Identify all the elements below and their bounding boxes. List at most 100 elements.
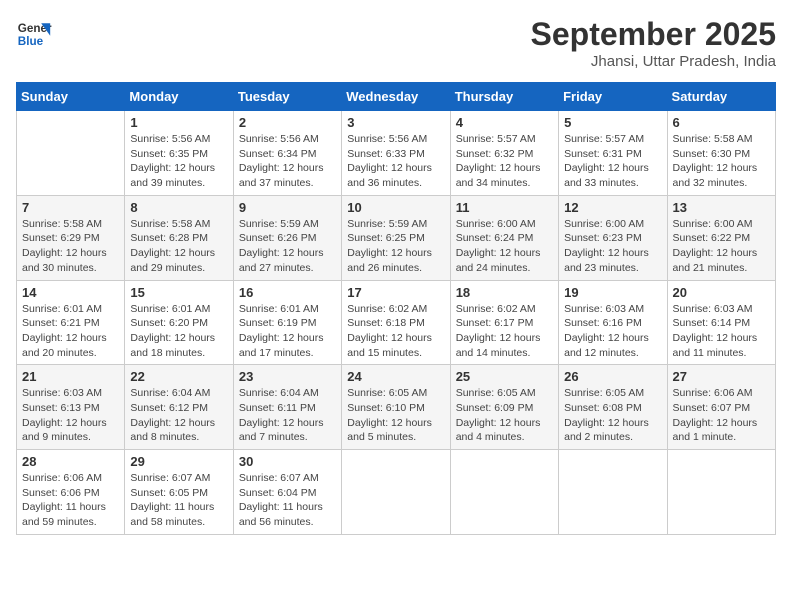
page-header: General Blue September 2025 Jhansi, Utta…: [16, 16, 776, 70]
calendar-cell: [667, 450, 775, 535]
day-info: Sunrise: 6:02 AMSunset: 6:17 PMDaylight:…: [456, 302, 553, 361]
calendar-cell: 24 Sunrise: 6:05 AMSunset: 6:10 PMDayligh…: [342, 365, 450, 450]
calendar-cell: 17 Sunrise: 6:02 AMSunset: 6:18 PMDayligh…: [342, 280, 450, 365]
day-info: Sunrise: 5:58 AMSunset: 6:28 PMDaylight:…: [130, 217, 227, 276]
day-number: 9: [239, 200, 336, 215]
day-number: 29: [130, 454, 227, 469]
day-info: Sunrise: 6:06 AMSunset: 6:07 PMDaylight:…: [673, 386, 770, 445]
logo-icon: General Blue: [16, 16, 52, 52]
day-number: 6: [673, 115, 770, 130]
calendar-cell: [342, 450, 450, 535]
calendar-cell: 4 Sunrise: 5:57 AMSunset: 6:32 PMDaylight…: [450, 111, 558, 196]
day-number: 13: [673, 200, 770, 215]
day-info: Sunrise: 6:04 AMSunset: 6:11 PMDaylight:…: [239, 386, 336, 445]
calendar-cell: [450, 450, 558, 535]
week-row-1: 7 Sunrise: 5:58 AMSunset: 6:29 PMDaylight…: [17, 195, 776, 280]
calendar-cell: 5 Sunrise: 5:57 AMSunset: 6:31 PMDaylight…: [559, 111, 667, 196]
day-number: 7: [22, 200, 119, 215]
day-info: Sunrise: 6:00 AMSunset: 6:22 PMDaylight:…: [673, 217, 770, 276]
day-number: 16: [239, 285, 336, 300]
day-info: Sunrise: 6:01 AMSunset: 6:19 PMDaylight:…: [239, 302, 336, 361]
day-info: Sunrise: 6:07 AMSunset: 6:05 PMDaylight:…: [130, 471, 227, 530]
day-info: Sunrise: 6:00 AMSunset: 6:24 PMDaylight:…: [456, 217, 553, 276]
calendar-cell: 12 Sunrise: 6:00 AMSunset: 6:23 PMDayligh…: [559, 195, 667, 280]
week-row-0: 1Sunrise: 5:56 AMSunset: 6:35 PMDaylight…: [17, 111, 776, 196]
day-number: 23: [239, 369, 336, 384]
calendar-cell: 22 Sunrise: 6:04 AMSunset: 6:12 PMDayligh…: [125, 365, 233, 450]
calendar-cell: 21Sunrise: 6:03 AMSunset: 6:13 PMDayligh…: [17, 365, 125, 450]
day-number: 14: [22, 285, 119, 300]
week-row-3: 21Sunrise: 6:03 AMSunset: 6:13 PMDayligh…: [17, 365, 776, 450]
day-info: Sunrise: 6:00 AMSunset: 6:23 PMDaylight:…: [564, 217, 661, 276]
day-info: Sunrise: 6:07 AMSunset: 6:04 PMDaylight:…: [239, 471, 336, 530]
day-number: 8: [130, 200, 227, 215]
calendar-cell: 27 Sunrise: 6:06 AMSunset: 6:07 PMDayligh…: [667, 365, 775, 450]
calendar-cell: 30Sunrise: 6:07 AMSunset: 6:04 PMDayligh…: [233, 450, 341, 535]
header-wednesday: Wednesday: [342, 83, 450, 111]
calendar-table: SundayMondayTuesdayWednesdayThursdayFrid…: [16, 82, 776, 535]
day-number: 18: [456, 285, 553, 300]
calendar-cell: 11 Sunrise: 6:00 AMSunset: 6:24 PMDayligh…: [450, 195, 558, 280]
day-number: 17: [347, 285, 444, 300]
calendar-cell: 10Sunrise: 5:59 AMSunset: 6:25 PMDayligh…: [342, 195, 450, 280]
week-row-4: 28 Sunrise: 6:06 AMSunset: 6:06 PMDayligh…: [17, 450, 776, 535]
day-number: 3: [347, 115, 444, 130]
day-info: Sunrise: 6:04 AMSunset: 6:12 PMDaylight:…: [130, 386, 227, 445]
calendar-cell: 19 Sunrise: 6:03 AMSunset: 6:16 PMDayligh…: [559, 280, 667, 365]
location-subtitle: Jhansi, Uttar Pradesh, India: [531, 53, 776, 70]
week-row-2: 14 Sunrise: 6:01 AMSunset: 6:21 PMDayligh…: [17, 280, 776, 365]
day-info: Sunrise: 6:05 AMSunset: 6:08 PMDaylight:…: [564, 386, 661, 445]
day-info: Sunrise: 5:58 AMSunset: 6:29 PMDaylight:…: [22, 217, 119, 276]
header-sunday: Sunday: [17, 83, 125, 111]
day-info: Sunrise: 6:06 AMSunset: 6:06 PMDaylight:…: [22, 471, 119, 530]
day-info: Sunrise: 5:56 AMSunset: 6:33 PMDaylight:…: [347, 132, 444, 191]
header-monday: Monday: [125, 83, 233, 111]
day-number: 12: [564, 200, 661, 215]
day-info: Sunrise: 5:57 AMSunset: 6:32 PMDaylight:…: [456, 132, 553, 191]
day-info: Sunrise: 5:56 AMSunset: 6:34 PMDaylight:…: [239, 132, 336, 191]
calendar-cell: 29 Sunrise: 6:07 AMSunset: 6:05 PMDayligh…: [125, 450, 233, 535]
day-number: 24: [347, 369, 444, 384]
day-number: 25: [456, 369, 553, 384]
day-info: Sunrise: 6:02 AMSunset: 6:18 PMDaylight:…: [347, 302, 444, 361]
calendar-cell: 28 Sunrise: 6:06 AMSunset: 6:06 PMDayligh…: [17, 450, 125, 535]
day-info: Sunrise: 6:05 AMSunset: 6:10 PMDaylight:…: [347, 386, 444, 445]
calendar-cell: [17, 111, 125, 196]
day-number: 5: [564, 115, 661, 130]
calendar-cell: 1Sunrise: 5:56 AMSunset: 6:35 PMDaylight…: [125, 111, 233, 196]
day-info: Sunrise: 5:59 AMSunset: 6:25 PMDaylight:…: [347, 217, 444, 276]
day-number: 28: [22, 454, 119, 469]
calendar-cell: 18 Sunrise: 6:02 AMSunset: 6:17 PMDayligh…: [450, 280, 558, 365]
day-number: 26: [564, 369, 661, 384]
day-number: 20: [673, 285, 770, 300]
day-info: Sunrise: 6:03 AMSunset: 6:14 PMDaylight:…: [673, 302, 770, 361]
day-number: 19: [564, 285, 661, 300]
day-info: Sunrise: 6:01 AMSunset: 6:20 PMDaylight:…: [130, 302, 227, 361]
calendar-header-row: SundayMondayTuesdayWednesdayThursdayFrid…: [17, 83, 776, 111]
day-info: Sunrise: 6:03 AMSunset: 6:16 PMDaylight:…: [564, 302, 661, 361]
calendar-cell: 15 Sunrise: 6:01 AMSunset: 6:20 PMDayligh…: [125, 280, 233, 365]
day-number: 11: [456, 200, 553, 215]
day-info: Sunrise: 5:58 AMSunset: 6:30 PMDaylight:…: [673, 132, 770, 191]
calendar-cell: 20 Sunrise: 6:03 AMSunset: 6:14 PMDayligh…: [667, 280, 775, 365]
calendar-cell: 13 Sunrise: 6:00 AMSunset: 6:22 PMDayligh…: [667, 195, 775, 280]
day-number: 4: [456, 115, 553, 130]
calendar-cell: [559, 450, 667, 535]
calendar-cell: 14 Sunrise: 6:01 AMSunset: 6:21 PMDayligh…: [17, 280, 125, 365]
day-number: 15: [130, 285, 227, 300]
day-info: Sunrise: 6:05 AMSunset: 6:09 PMDaylight:…: [456, 386, 553, 445]
header-friday: Friday: [559, 83, 667, 111]
day-number: 22: [130, 369, 227, 384]
day-number: 27: [673, 369, 770, 384]
day-number: 2: [239, 115, 336, 130]
calendar-cell: 16 Sunrise: 6:01 AMSunset: 6:19 PMDayligh…: [233, 280, 341, 365]
calendar-cell: 25 Sunrise: 6:05 AMSunset: 6:09 PMDayligh…: [450, 365, 558, 450]
day-info: Sunrise: 5:56 AMSunset: 6:35 PMDaylight:…: [130, 132, 227, 191]
day-info: Sunrise: 5:59 AMSunset: 6:26 PMDaylight:…: [239, 217, 336, 276]
day-info: Sunrise: 6:01 AMSunset: 6:21 PMDaylight:…: [22, 302, 119, 361]
month-title: September 2025: [531, 16, 776, 53]
logo: General Blue: [16, 16, 52, 52]
day-info: Sunrise: 5:57 AMSunset: 6:31 PMDaylight:…: [564, 132, 661, 191]
calendar-cell: 6 Sunrise: 5:58 AMSunset: 6:30 PMDaylight…: [667, 111, 775, 196]
svg-text:Blue: Blue: [18, 35, 44, 48]
